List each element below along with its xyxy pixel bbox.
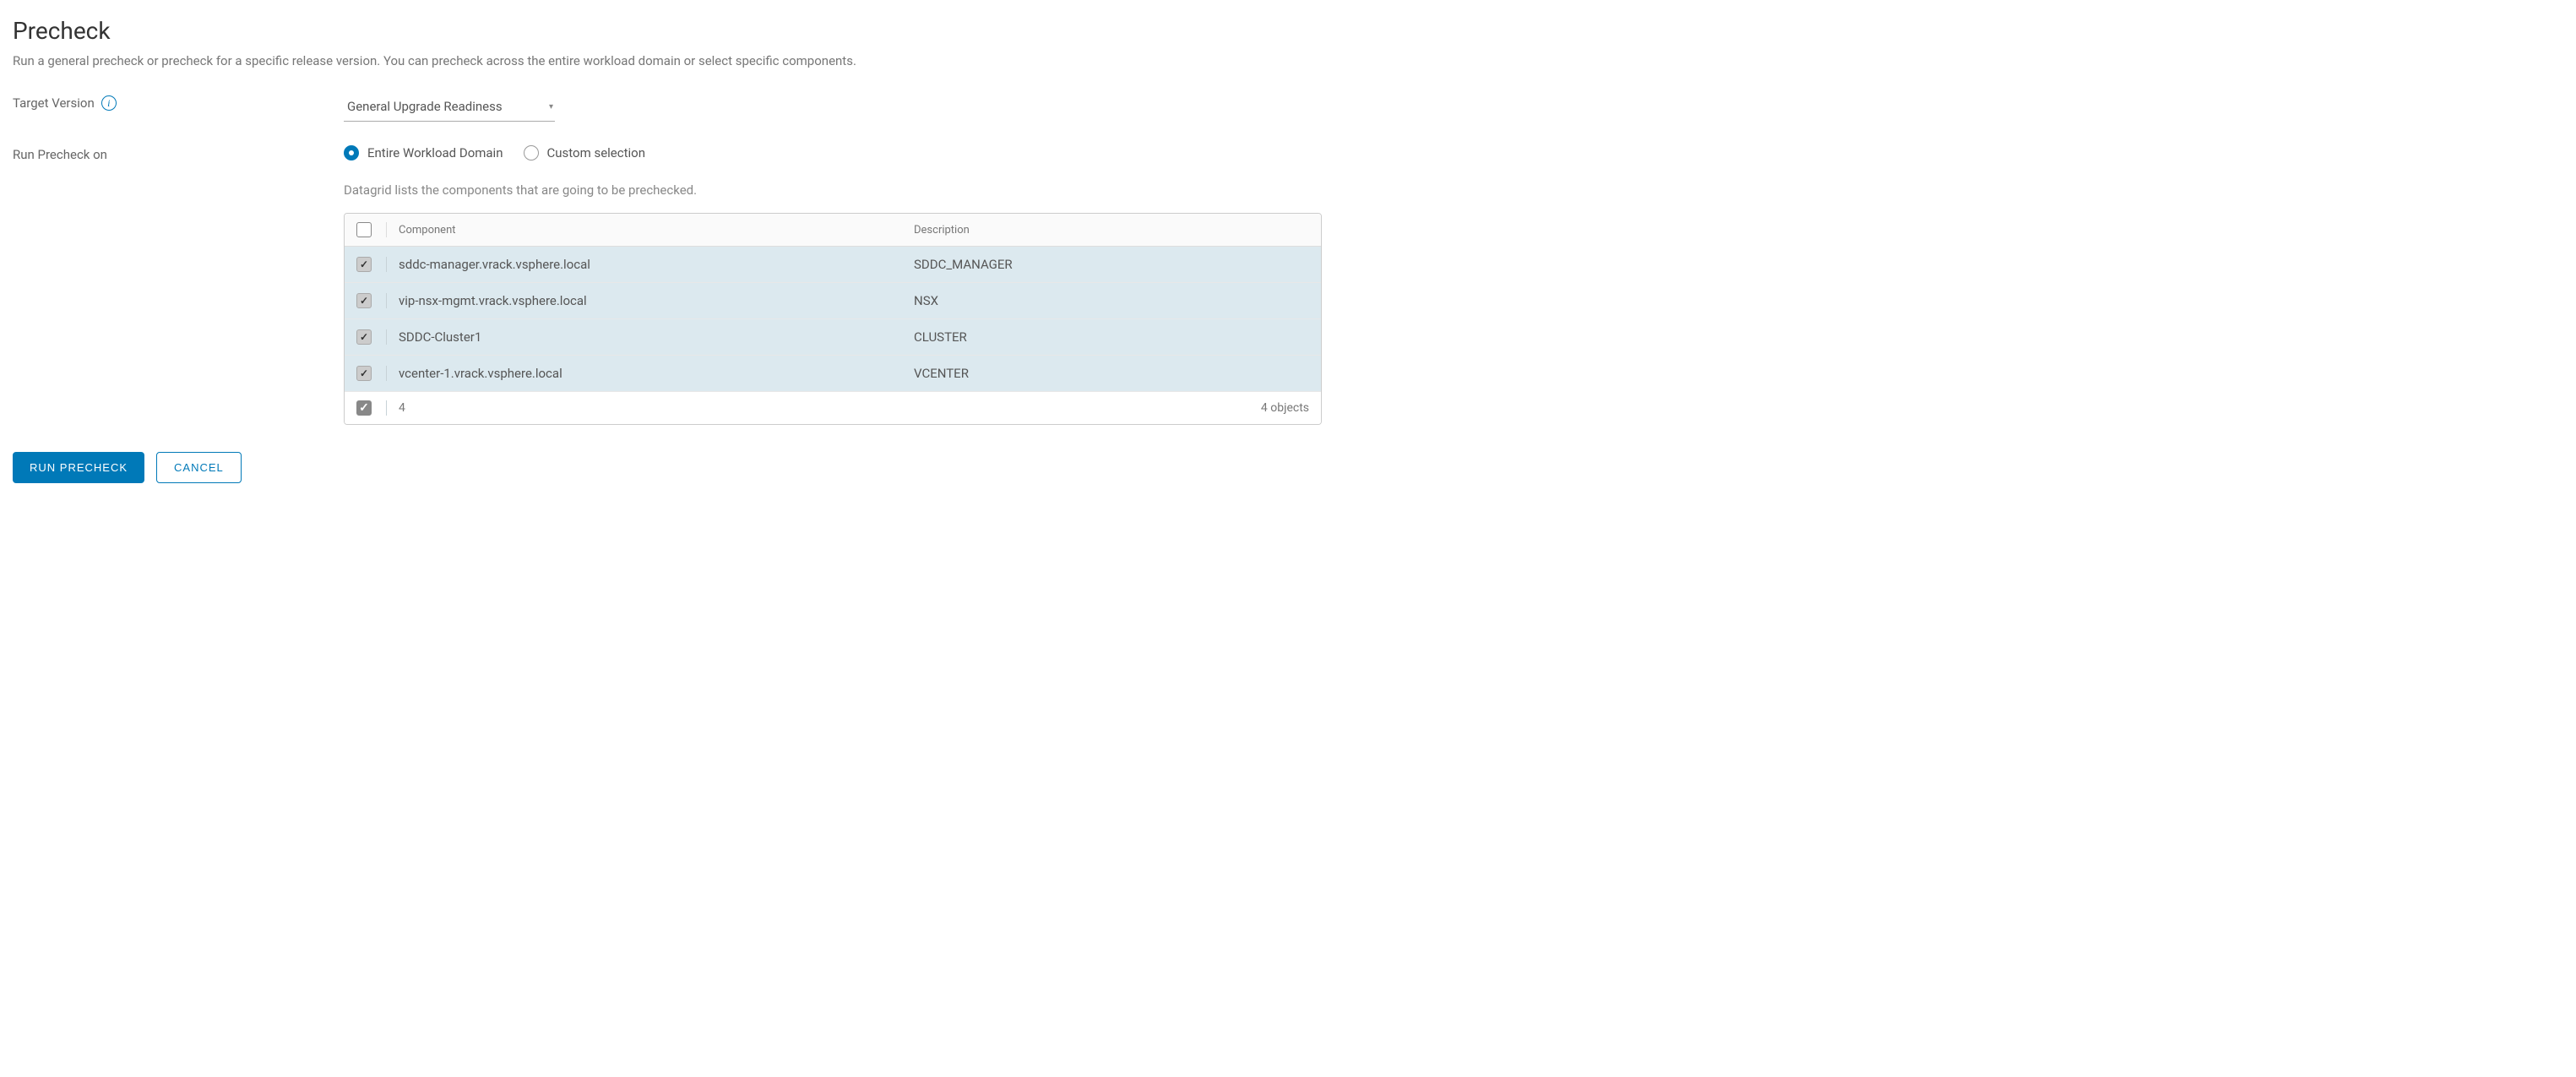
target-version-value: General Upgrade Readiness (347, 99, 503, 114)
target-version-select[interactable]: General Upgrade Readiness ▾ (344, 94, 555, 122)
header-description[interactable]: Description (914, 224, 1309, 237)
radio-entire-label: Entire Workload Domain (367, 145, 503, 160)
select-all-checkbox[interactable] (356, 222, 372, 237)
target-version-label: Target Version (13, 95, 95, 111)
row-checkbox[interactable] (356, 293, 372, 308)
row-component: vcenter-1.vrack.vsphere.local (399, 366, 914, 381)
row-description: SDDC_MANAGER (914, 257, 1309, 272)
radio-icon-selected (344, 145, 359, 160)
components-datagrid: Component Description sddc-manager.vrack… (344, 213, 1322, 425)
footer-checkbox[interactable] (356, 400, 372, 416)
header-component[interactable]: Component (399, 224, 914, 237)
cancel-button[interactable]: CANCEL (156, 452, 242, 483)
radio-custom-label: Custom selection (547, 145, 646, 160)
run-precheck-button[interactable]: RUN PRECHECK (13, 452, 144, 483)
row-component: vip-nsx-mgmt.vrack.vsphere.local (399, 293, 914, 308)
radio-entire-workload[interactable]: Entire Workload Domain (344, 145, 503, 160)
row-description: VCENTER (914, 366, 1309, 381)
row-description: NSX (914, 293, 1309, 308)
row-component: SDDC-Cluster1 (399, 329, 914, 345)
row-component: sddc-manager.vrack.vsphere.local (399, 257, 914, 272)
row-checkbox[interactable] (356, 257, 372, 272)
run-precheck-on-label: Run Precheck on (13, 147, 107, 162)
total-objects: 4 objects (1261, 401, 1309, 415)
radio-custom-selection[interactable]: Custom selection (524, 145, 646, 160)
row-description: CLUSTER (914, 329, 1309, 345)
table-row[interactable]: SDDC-Cluster1 CLUSTER (345, 319, 1321, 356)
info-icon[interactable]: i (101, 95, 117, 111)
page-title: Precheck (13, 17, 1322, 45)
radio-icon (524, 145, 539, 160)
datagrid-helper-text: Datagrid lists the components that are g… (344, 182, 1322, 198)
table-row[interactable]: sddc-manager.vrack.vsphere.local SDDC_MA… (345, 247, 1321, 283)
page-subtitle: Run a general precheck or precheck for a… (13, 53, 1322, 68)
datagrid-header: Component Description (345, 214, 1321, 247)
selected-count: 4 (399, 401, 405, 415)
datagrid-footer: 4 4 objects (345, 392, 1321, 424)
chevron-down-icon: ▾ (549, 102, 553, 112)
row-checkbox[interactable] (356, 366, 372, 381)
row-checkbox[interactable] (356, 329, 372, 345)
table-row[interactable]: vip-nsx-mgmt.vrack.vsphere.local NSX (345, 283, 1321, 319)
table-row[interactable]: vcenter-1.vrack.vsphere.local VCENTER (345, 356, 1321, 392)
